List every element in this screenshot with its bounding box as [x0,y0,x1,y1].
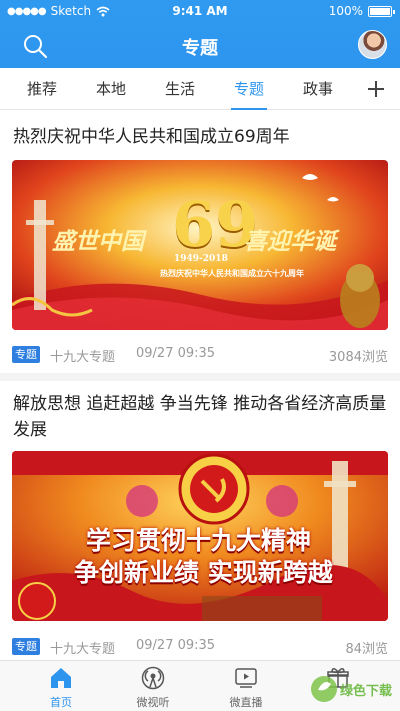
app-header: ●●●●● Sketch 9:41 AM 100% 专题 [0,0,400,68]
article-source: 十九大专题 [50,642,116,657]
status-bar: ●●●●● Sketch 9:41 AM 100% [0,0,400,22]
article-date: 09/27 09:35 [136,638,216,653]
add-tab-icon[interactable] [366,79,386,99]
tab-label: 政事 [302,80,333,98]
live-video-icon [235,668,257,688]
banner-line2: 争创新业绩 实现新跨越 [74,558,333,587]
category-tabs: 推荐 本地 生活 专题 政事 [0,68,400,110]
banner-headline-left: 盛世中国 [52,228,144,255]
tab-label: 生活 [164,80,195,98]
nav-micro-live[interactable]: 微直播 [206,661,286,711]
tab-label: 推荐 [26,80,57,98]
svg-text:绿色下载: 绿色下载 [340,683,392,699]
watermark-logo: 绿色下载 [311,676,392,702]
article-views: 3084浏览 [328,350,388,365]
article-meta: 专题 十九大专题 09/27 09:35 84浏览 [12,638,388,657]
nav-label: 首页 [50,696,72,709]
battery-icon [368,5,395,17]
tab-label: 专题 [233,80,264,98]
tab-life[interactable]: 生活 [150,68,210,110]
banner-line1: 学习贯彻十九大精神 [86,526,312,555]
tab-topics[interactable]: 专题 [219,68,279,110]
battery-percent: 100% [328,4,363,18]
tab-recommend[interactable]: 推荐 [12,68,72,110]
nav-home[interactable]: 首页 [21,661,101,711]
nav-micro-audio-video[interactable]: 微视听 [113,661,193,711]
article-banner-image[interactable]: 学习贯彻十九大精神 争创新业绩 实现新跨越 [12,451,388,621]
nav-label: 微直播 [229,696,263,709]
avatar[interactable] [358,30,387,59]
article-banner-image[interactable]: 盛世中国 69 喜迎华诞 1949-2018 热烈庆祝中华人民共和国成立六十九周… [12,160,388,330]
article-date: 09/27 09:35 [136,346,216,361]
page-title: 专题 [182,38,218,59]
article-title[interactable]: 解放思想 追赶超越 争当先锋 推动各省经济高质量发展 [13,391,387,443]
tab-local[interactable]: 本地 [81,68,141,110]
divider [0,373,400,381]
home-icon [51,668,71,688]
tab-politics[interactable]: 政事 [288,68,348,110]
topic-tag: 专题 [12,638,40,655]
article-views: 84浏览 [345,642,388,657]
banner-subline: 热烈庆祝中华人民共和国成立六十九周年 [160,268,304,278]
broadcast-icon [141,666,165,690]
article-meta: 专题 十九大专题 09/27 09:35 3084浏览 [12,346,388,365]
active-tab-indicator [231,108,267,110]
banner-years: 1949-2018 [174,254,228,264]
banner-headline-right: 喜迎华诞 [244,228,336,255]
topic-tag: 专题 [12,346,40,363]
tab-label: 本地 [95,80,126,98]
article-source: 十九大专题 [50,350,116,365]
nav-label: 微视听 [136,696,170,709]
article-title[interactable]: 热烈庆祝中华人民共和国成立69周年 [13,124,387,150]
